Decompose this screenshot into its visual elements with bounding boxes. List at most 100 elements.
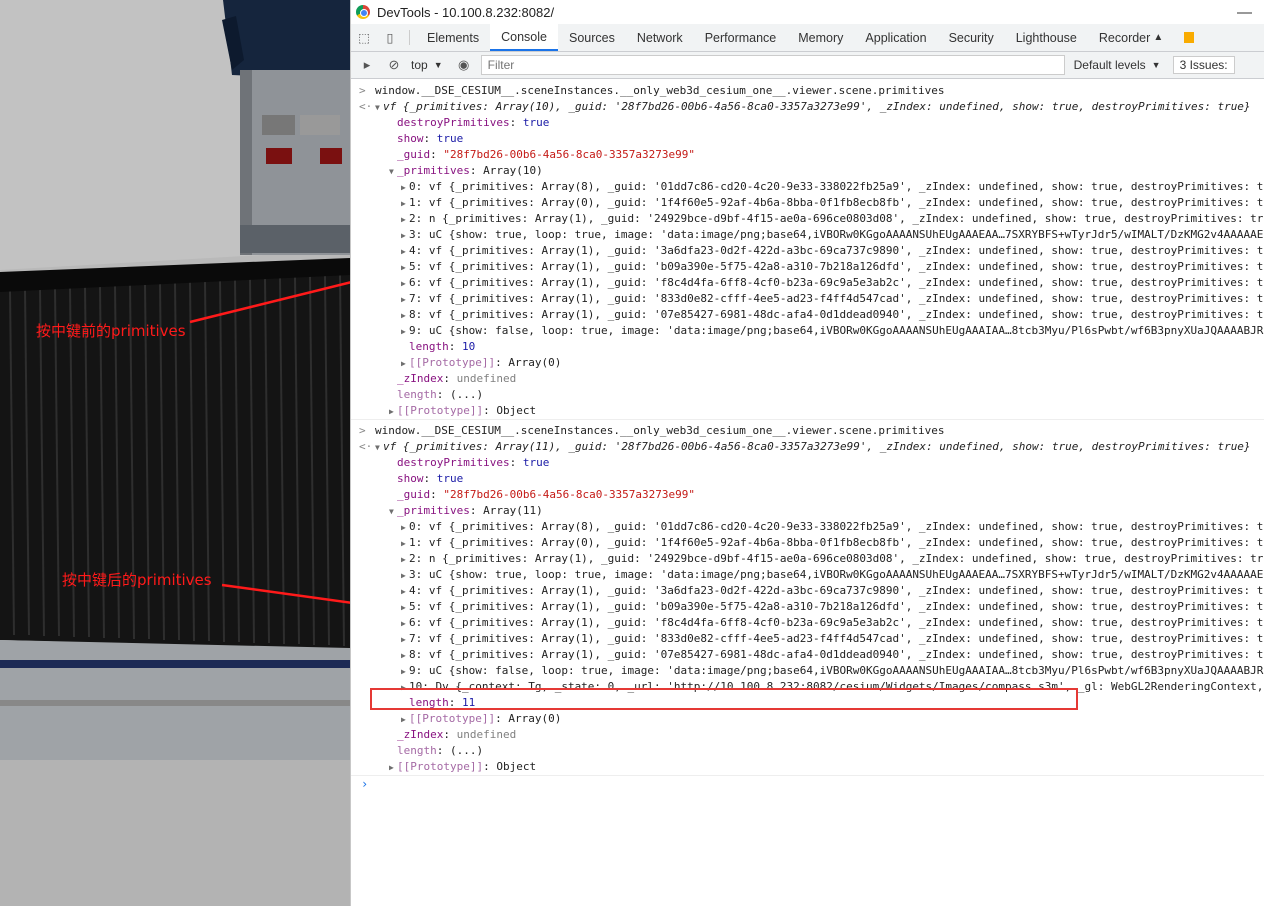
- log-levels-dropdown[interactable]: Default levels ▼: [1074, 58, 1161, 72]
- prototype-row[interactable]: ▶ [[Prototype]]: Array(0): [351, 355, 1264, 371]
- expand-triangle-icon[interactable]: ▶: [401, 260, 409, 275]
- expand-triangle-icon[interactable]: ▶: [401, 308, 409, 323]
- command-line: > window.__DSE_CESIUM__.sceneInstances.__…: [351, 83, 1264, 99]
- list-item[interactable]: ▶ 6: vf {_primitives: Array(1), _guid: 'f…: [351, 275, 1264, 291]
- expand-triangle-icon[interactable]: ▶: [401, 244, 409, 259]
- prop-row: _zIndex: undefined: [397, 728, 517, 741]
- list-item[interactable]: ▶ 1: vf {_primitives: Array(0), _guid: '1…: [351, 535, 1264, 551]
- list-item[interactable]: ▶ 8: vf {_primitives: Array(1), _guid: '0…: [351, 647, 1264, 663]
- prop-row: length: 10: [409, 340, 476, 353]
- expand-triangle-icon[interactable]: ▶: [389, 404, 397, 419]
- prototype-row[interactable]: ▶ [[Prototype]]: Object: [351, 759, 1264, 775]
- list-item[interactable]: ▶ 7: vf {_primitives: Array(1), _guid: '8…: [351, 631, 1264, 647]
- issues-badge[interactable]: 3 Issues:: [1172, 56, 1235, 74]
- clear-console-icon[interactable]: ⊘: [383, 55, 405, 75]
- primitives-row[interactable]: ▼ _primitives: Array(11): [351, 503, 1264, 519]
- list-item[interactable]: ▶ 6: vf {_primitives: Array(1), _guid: 'f…: [351, 615, 1264, 631]
- list-item-text: 2: n {_primitives: Array(1), _guid: '249…: [409, 212, 1264, 225]
- prop-row: length: 11: [409, 696, 476, 709]
- tab-lighthouse[interactable]: Lighthouse: [1005, 24, 1088, 51]
- list-item-highlighted[interactable]: ▶ 10: Dv {_context: Tg, _state: 0, _url: …: [351, 679, 1264, 695]
- expand-triangle-icon[interactable]: ▶: [401, 196, 409, 211]
- list-item[interactable]: ▶ 3: uC {show: true, loop: true, image: '…: [351, 227, 1264, 243]
- tab-application[interactable]: Application: [854, 24, 937, 51]
- prop-value: 11: [462, 696, 476, 709]
- tab-sources[interactable]: Sources: [558, 24, 626, 51]
- tab-security[interactable]: Security: [938, 24, 1005, 51]
- list-item[interactable]: ▶ 2: n {_primitives: Array(1), _guid: '24…: [351, 211, 1264, 227]
- expand-triangle-icon[interactable]: ▼: [375, 100, 383, 115]
- expand-triangle-icon[interactable]: ▶: [401, 600, 409, 615]
- list-item[interactable]: ▶ 2: n {_primitives: Array(1), _guid: '24…: [351, 551, 1264, 567]
- expand-triangle-icon[interactable]: ▶: [401, 212, 409, 227]
- expand-triangle-icon[interactable]: ▶: [389, 760, 397, 775]
- prop-value: undefined: [456, 728, 517, 741]
- expand-triangle-icon[interactable]: ▶: [401, 520, 409, 535]
- expand-triangle-icon[interactable]: ▼: [389, 164, 397, 179]
- expand-triangle-icon[interactable]: ▶: [401, 680, 409, 695]
- getter-row[interactable]: length: (...): [351, 387, 1264, 403]
- cesium-3d-viewport[interactable]: 按中键前的primitives 按中键后的primitives: [0, 0, 350, 906]
- list-item[interactable]: ▶ 4: vf {_primitives: Array(1), _guid: '3…: [351, 583, 1264, 599]
- minimize-icon[interactable]: —: [1237, 4, 1252, 21]
- expand-triangle-icon[interactable]: ▶: [401, 664, 409, 679]
- dropdown-arrow-icon: ▼: [433, 60, 443, 70]
- inspect-element-icon[interactable]: ⬚: [351, 24, 377, 51]
- expand-triangle-icon[interactable]: ▶: [401, 648, 409, 663]
- tab-memory[interactable]: Memory: [787, 24, 854, 51]
- expand-triangle-icon[interactable]: ▶: [401, 536, 409, 551]
- expand-triangle-icon[interactable]: ▼: [375, 440, 383, 455]
- eye-icon[interactable]: ◉: [453, 55, 475, 75]
- prop-value: true: [436, 472, 464, 485]
- prop-value: true: [436, 132, 464, 145]
- expand-triangle-icon[interactable]: ▼: [389, 504, 397, 519]
- expand-triangle-icon[interactable]: ▶: [401, 228, 409, 243]
- list-item[interactable]: ▶ 9: uC {show: false, loop: true, image: …: [351, 323, 1264, 339]
- console-prompt-input[interactable]: ›: [351, 776, 1264, 794]
- expand-triangle-icon[interactable]: ▶: [401, 180, 409, 195]
- expand-triangle-icon[interactable]: ▶: [401, 616, 409, 631]
- list-item[interactable]: ▶ 0: vf {_primitives: Array(8), _guid: '0…: [351, 179, 1264, 195]
- expand-triangle-icon[interactable]: ▶: [401, 552, 409, 567]
- prop-row: show: true: [397, 132, 464, 145]
- context-selector[interactable]: top ▼: [411, 58, 443, 72]
- prop-value: 10: [462, 340, 476, 353]
- prototype-row[interactable]: ▶ [[Prototype]]: Object: [351, 403, 1264, 419]
- prototype-row[interactable]: ▶ [[Prototype]]: Array(0): [351, 711, 1264, 727]
- expand-triangle-icon[interactable]: ▶: [401, 276, 409, 291]
- list-item[interactable]: ▶ 1: vf {_primitives: Array(0), _guid: '1…: [351, 195, 1264, 211]
- list-item-text: 0: vf {_primitives: Array(8), _guid: '01…: [409, 180, 1264, 193]
- list-item[interactable]: ▶ 8: vf {_primitives: Array(1), _guid: '0…: [351, 307, 1264, 323]
- result-summary-row[interactable]: <· ▼ vf {_primitives: Array(11), _guid: '2…: [351, 439, 1264, 455]
- list-item[interactable]: ▶ 9: uC {show: false, loop: true, image: …: [351, 663, 1264, 679]
- expand-triangle-icon[interactable]: ▶: [401, 324, 409, 339]
- list-item[interactable]: ▶ 4: vf {_primitives: Array(1), _guid: '3…: [351, 243, 1264, 259]
- tab-console[interactable]: Console: [490, 24, 558, 51]
- tab-performance[interactable]: Performance: [694, 24, 788, 51]
- expand-triangle-icon[interactable]: ▶: [401, 632, 409, 647]
- list-item[interactable]: ▶ 7: vf {_primitives: Array(1), _guid: '8…: [351, 291, 1264, 307]
- filter-input[interactable]: [480, 55, 1065, 75]
- tab-network[interactable]: Network: [626, 24, 694, 51]
- tab-divider: [409, 30, 410, 45]
- prop-value: (...): [450, 388, 484, 401]
- primitives-row[interactable]: ▼ _primitives: Array(10): [351, 163, 1264, 179]
- devtools-window: DevTools - 10.100.8.232:8082/ — ⬚ ▯ Elem…: [350, 0, 1264, 906]
- result-summary-row[interactable]: <· ▼ vf {_primitives: Array(10), _guid: '2…: [351, 99, 1264, 115]
- expand-triangle-icon[interactable]: ▶: [401, 584, 409, 599]
- list-item[interactable]: ▶ 5: vf {_primitives: Array(1), _guid: 'b…: [351, 599, 1264, 615]
- warning-badge-icon[interactable]: [1184, 32, 1195, 43]
- list-item[interactable]: ▶ 5: vf {_primitives: Array(1), _guid: 'b…: [351, 259, 1264, 275]
- tab-elements[interactable]: Elements: [416, 24, 490, 51]
- sidebar-toggle-icon[interactable]: ▸: [356, 55, 378, 75]
- expand-triangle-icon[interactable]: ▶: [401, 568, 409, 583]
- expand-triangle-icon[interactable]: ▶: [401, 356, 409, 371]
- list-item[interactable]: ▶ 3: uC {show: true, loop: true, image: '…: [351, 567, 1264, 583]
- device-toolbar-icon[interactable]: ▯: [377, 24, 403, 51]
- tab-recorder[interactable]: Recorder ▲: [1088, 24, 1174, 51]
- expand-triangle-icon[interactable]: ▶: [401, 712, 409, 727]
- prop-value: true: [522, 116, 550, 129]
- list-item[interactable]: ▶ 0: vf {_primitives: Array(8), _guid: '0…: [351, 519, 1264, 535]
- getter-row[interactable]: length: (...): [351, 743, 1264, 759]
- expand-triangle-icon[interactable]: ▶: [401, 292, 409, 307]
